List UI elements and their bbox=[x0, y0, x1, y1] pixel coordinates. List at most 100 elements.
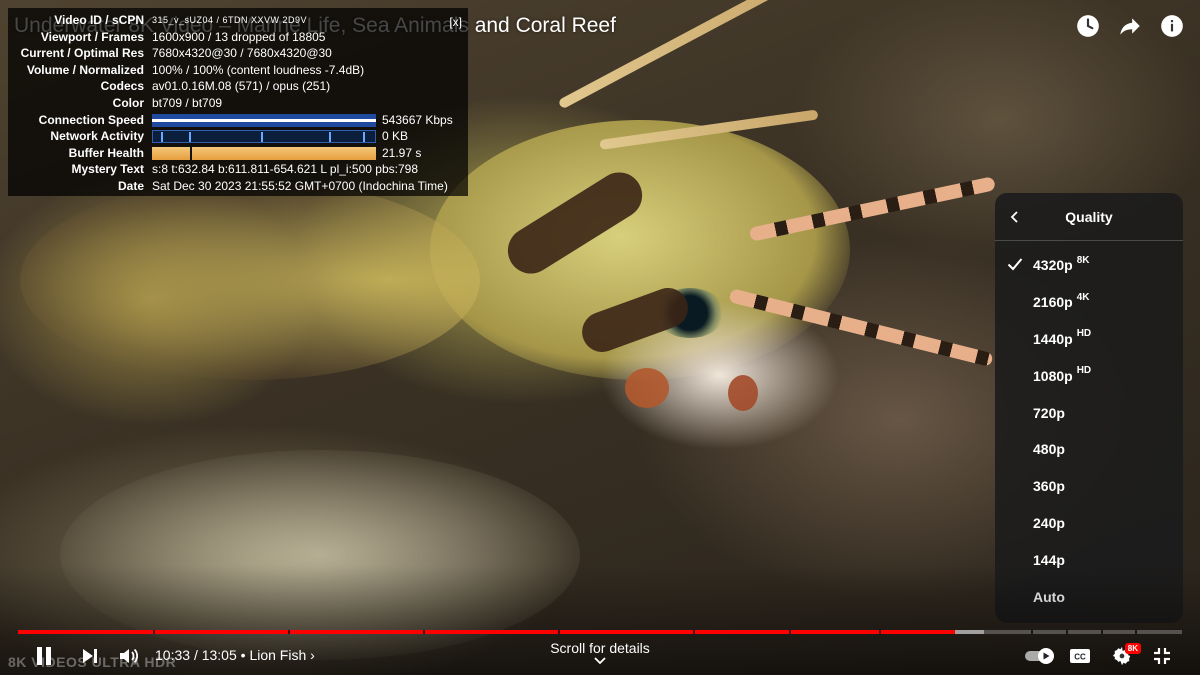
progress-played bbox=[18, 630, 956, 634]
chapter-marker bbox=[423, 630, 426, 634]
lionfish-spot bbox=[625, 368, 669, 408]
stats-value: 7680x4320@30 / 7680x4320@30 bbox=[152, 46, 332, 61]
stats-value: 100% / 100% (content loudness -7.4dB) bbox=[152, 62, 365, 77]
pause-icon[interactable] bbox=[30, 642, 58, 670]
video-player[interactable]: Underwater 8K Video – Marine Life, Sea A… bbox=[0, 0, 1200, 675]
player-controls: 10:33 / 13:05 • Lion Fish › Scroll for d… bbox=[0, 638, 1200, 674]
stats-label: Buffer Health bbox=[68, 145, 144, 160]
network-activity-graph bbox=[152, 130, 376, 144]
stats-value: av01.0.16M.08 (571) / opus (251) bbox=[152, 79, 331, 94]
chapter-marker bbox=[1100, 630, 1103, 634]
stats-label: Color bbox=[112, 95, 144, 110]
quality-option-240p[interactable]: 240p bbox=[995, 505, 1183, 542]
quality-badge: HD bbox=[1076, 328, 1092, 340]
stats-label: Codecs bbox=[100, 79, 144, 94]
scroll-for-details[interactable]: Scroll for details bbox=[500, 640, 700, 665]
share-icon[interactable] bbox=[1116, 12, 1144, 40]
quality-option-480p[interactable]: 480p bbox=[995, 431, 1183, 468]
quality-option-2160p[interactable]: 2160p 4K bbox=[995, 284, 1183, 321]
chapter-marker bbox=[153, 630, 156, 634]
stats-row-volume: Volume / Normalized 100% / 100% (content… bbox=[14, 62, 460, 79]
autoplay-toggle-icon[interactable] bbox=[1024, 642, 1056, 670]
chapter-title[interactable]: • Lion Fish bbox=[241, 647, 307, 663]
stats-label: Video ID / sCPN bbox=[54, 13, 144, 27]
stats-label: Viewport / Frames bbox=[40, 29, 144, 44]
time-separator: / bbox=[193, 647, 202, 663]
quality-option-label: 480p bbox=[1033, 441, 1065, 458]
stats-row-resolution: Current / Optimal Res 7680x4320@30 / 768… bbox=[14, 45, 460, 62]
chapter-marker bbox=[788, 630, 791, 634]
volume-icon[interactable] bbox=[115, 642, 143, 670]
current-time: 10:33 bbox=[155, 647, 191, 663]
quality-badge: 8K bbox=[1076, 254, 1090, 266]
stats-value: s:8 t:632.84 b:611.811-654.621 L pl_i:50… bbox=[152, 162, 418, 177]
quality-option-label: 720p bbox=[1033, 404, 1065, 421]
stats-value: bt709 / bt709 bbox=[152, 95, 223, 110]
stats-row-buffer: Buffer Health 21.97 s bbox=[14, 145, 460, 162]
quality-option-360p[interactable]: 360p bbox=[995, 468, 1183, 505]
stats-row-viewport: Viewport / Frames 1600x900 / 13 dropped … bbox=[14, 29, 460, 46]
buffer-health-graph bbox=[152, 146, 376, 160]
settings-icon[interactable]: 8K bbox=[1108, 642, 1141, 670]
chapter-marker bbox=[879, 630, 882, 634]
quality-menu: Quality 4320p 8K 2160p 4K 1440p HD 1080p HD 720p… bbox=[995, 193, 1183, 623]
stats-row-network: Network Activity 0 KB bbox=[14, 128, 460, 145]
exit-fullscreen-icon[interactable] bbox=[1148, 642, 1176, 670]
chapter-marker bbox=[1030, 630, 1033, 634]
quality-badge: 4K bbox=[1076, 291, 1090, 303]
quality-option-label: 360p bbox=[1033, 478, 1065, 495]
quality-menu-header: Quality bbox=[995, 193, 1183, 241]
stats-value: 0 KB bbox=[382, 129, 409, 144]
stats-row-color: Color bt709 / bt709 bbox=[14, 95, 460, 112]
lionfish-pectoral-fin bbox=[20, 180, 480, 380]
stats-value: 1600x900 / 13 dropped of 18805 bbox=[152, 29, 326, 44]
chapter-marker bbox=[558, 630, 561, 634]
stats-value: 543667 Kbps bbox=[382, 112, 453, 127]
quality-option-label: 1440p bbox=[1033, 330, 1073, 347]
stats-row-date: Date Sat Dec 30 2023 21:55:52 GMT+0700 (… bbox=[14, 178, 460, 195]
quality-option-label: 240p bbox=[1033, 514, 1065, 531]
quality-option-1080p[interactable]: 1080p HD bbox=[995, 357, 1183, 394]
quality-option-label: 1080p bbox=[1033, 367, 1073, 384]
captions-icon[interactable]: CC bbox=[1066, 642, 1094, 670]
stats-label: Mystery Text bbox=[71, 162, 144, 177]
scroll-hint-text: Scroll for details bbox=[550, 640, 650, 656]
stats-label: Volume / Normalized bbox=[26, 62, 144, 77]
stats-value: Sat Dec 30 2023 21:55:52 GMT+0700 (Indoc… bbox=[152, 178, 448, 193]
stats-label: Network Activity bbox=[50, 129, 144, 144]
checkmark-icon bbox=[1007, 258, 1023, 271]
stats-label: Current / Optimal Res bbox=[20, 46, 144, 61]
quality-options-list: 4320p 8K 2160p 4K 1440p HD 1080p HD 720p 480p 360p… bbox=[995, 247, 1183, 615]
stats-row-connection: Connection Speed 543667 Kbps bbox=[14, 112, 460, 129]
stats-row-video-id: Video ID / sCPN 315_v_sUZ04 / 6TDN XXVW … bbox=[14, 12, 460, 29]
progress-bar[interactable] bbox=[18, 630, 1182, 634]
svg-text:CC: CC bbox=[1074, 653, 1086, 662]
quality-option-1440p[interactable]: 1440p HD bbox=[995, 321, 1183, 358]
info-icon[interactable] bbox=[1158, 12, 1186, 40]
duration: 13:05 bbox=[201, 647, 237, 663]
quality-badge: HD bbox=[1076, 365, 1092, 377]
chapter-marker bbox=[693, 630, 696, 634]
stats-row-codecs: Codecs av01.0.16M.08 (571) / opus (251) bbox=[14, 78, 460, 95]
chapter-marker bbox=[1135, 630, 1138, 634]
chapter-chevron-icon[interactable]: › bbox=[310, 647, 315, 663]
time-display[interactable]: 10:33 / 13:05 • Lion Fish › bbox=[155, 647, 315, 663]
stats-value: 21.97 s bbox=[382, 145, 422, 160]
stats-for-nerds-panel: [x] Video ID / sCPN 315_v_sUZ04 / 6TDN X… bbox=[8, 8, 468, 196]
stats-label: Date bbox=[117, 178, 144, 193]
quality-option-720p[interactable]: 720p bbox=[995, 394, 1183, 431]
connection-speed-graph bbox=[152, 113, 376, 127]
lionfish-spot bbox=[728, 375, 758, 411]
quality-option-4320p[interactable]: 4320p 8K bbox=[995, 247, 1183, 284]
chapter-marker bbox=[288, 630, 291, 634]
back-chevron-icon[interactable] bbox=[1003, 205, 1027, 229]
settings-quality-badge: 8K bbox=[1124, 643, 1141, 654]
stats-row-mystery: Mystery Text s:8 t:632.84 b:611.811-654.… bbox=[14, 161, 460, 178]
stats-value: 315_v_sUZ04 / 6TDN XXVW 2D9V bbox=[152, 15, 308, 25]
stats-close-button[interactable]: [x] bbox=[449, 14, 462, 31]
clock-icon[interactable] bbox=[1074, 12, 1102, 40]
quality-option-label: 4320p bbox=[1033, 257, 1073, 274]
chapter-marker bbox=[1065, 630, 1068, 634]
quality-option-label: 2160p bbox=[1033, 294, 1073, 311]
next-icon[interactable] bbox=[76, 642, 104, 670]
